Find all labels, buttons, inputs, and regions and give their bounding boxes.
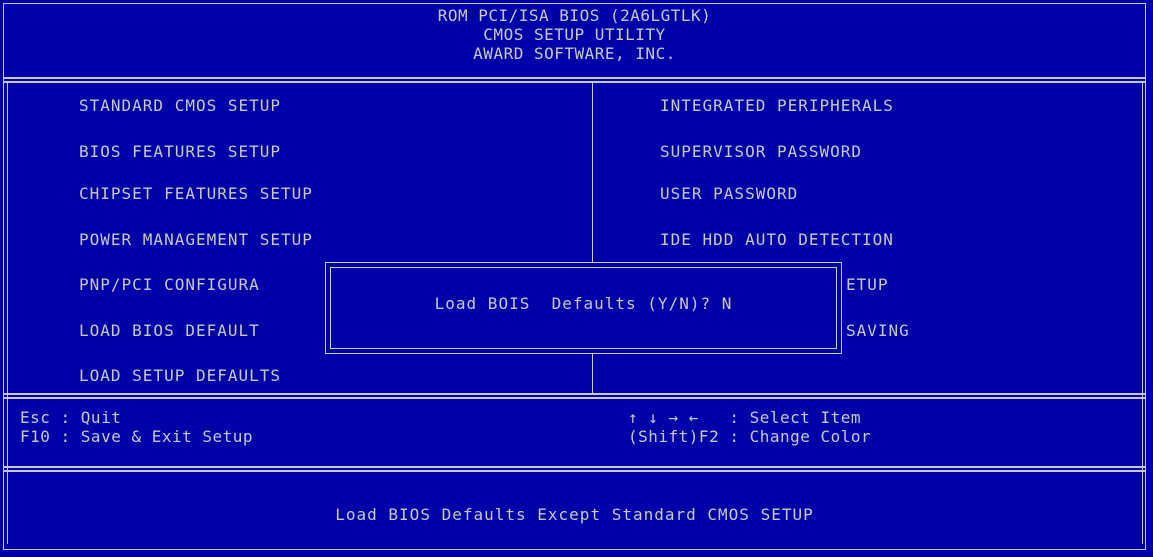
header-divider xyxy=(4,77,1145,83)
hint-change-color: (Shift)F2 : Change Color xyxy=(628,427,872,446)
dialog-prompt[interactable]: Load BOIS Defaults (Y/N)? N xyxy=(326,294,841,313)
load-defaults-dialog[interactable]: Load BOIS Defaults (Y/N)? N xyxy=(325,262,842,354)
menu-load-bios-defaults[interactable]: LOAD BIOS DEFAULT xyxy=(79,321,260,340)
menu-load-setup-defaults[interactable]: LOAD SETUP DEFAULTS xyxy=(79,366,281,385)
menu-save-exit-setup[interactable]: ETUP xyxy=(846,275,889,294)
menu-user-password[interactable]: USER PASSWORD xyxy=(660,184,798,203)
hint-select-item: ↑ ↓ → ← : Select Item xyxy=(628,408,862,427)
hint-esc-quit: Esc : Quit xyxy=(20,408,122,427)
hints-divider xyxy=(4,466,1145,472)
menu-pnp-pci-configuration[interactable]: PNP/PCI CONFIGURA xyxy=(79,275,260,294)
menu-exit-without-saving[interactable]: SAVING xyxy=(846,321,910,340)
menu-standard-cmos-setup[interactable]: STANDARD CMOS SETUP xyxy=(79,96,281,115)
menu-integrated-peripherals[interactable]: INTEGRATED PERIPHERALS xyxy=(660,96,894,115)
menu-chipset-features-setup[interactable]: CHIPSET FEATURES SETUP xyxy=(79,184,313,203)
bios-utility-title: CMOS SETUP UTILITY xyxy=(483,25,666,44)
bios-vendor-title: AWARD SOFTWARE, INC. xyxy=(473,44,676,63)
bios-rom-title: ROM PCI/ISA BIOS (2A6LGTLK) xyxy=(437,6,712,25)
menu-ide-hdd-auto-detection[interactable]: IDE HDD AUTO DETECTION xyxy=(660,230,894,249)
hint-f10-save-exit: F10 : Save & Exit Setup xyxy=(20,427,254,446)
status-bar-text: Load BIOS Defaults Except Standard CMOS … xyxy=(335,505,814,524)
menu-bios-features-setup[interactable]: BIOS FEATURES SETUP xyxy=(79,142,281,161)
menu-power-management-setup[interactable]: POWER MANAGEMENT SETUP xyxy=(79,230,313,249)
bios-header: ROM PCI/ISA BIOS (2A6LGTLK) CMOS SETUP U… xyxy=(4,4,1145,76)
left-inner-border xyxy=(7,83,8,544)
right-inner-border xyxy=(1142,83,1143,544)
menu-supervisor-password[interactable]: SUPERVISOR PASSWORD xyxy=(660,142,862,161)
menu-divider xyxy=(4,393,1145,399)
